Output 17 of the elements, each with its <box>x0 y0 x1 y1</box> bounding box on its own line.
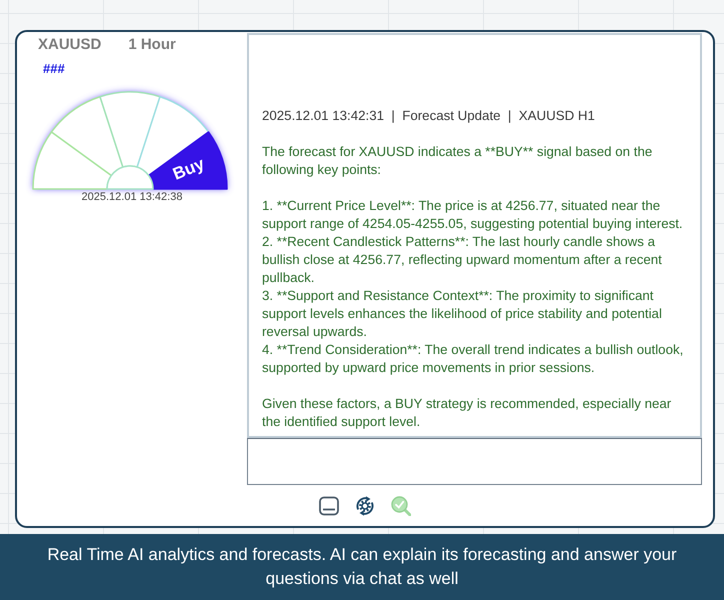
message-paragraph: Given these factors, a BUY strategy is recommended, especially near the identified support level. <box>262 395 672 431</box>
panel-icon[interactable] <box>319 496 339 516</box>
signal-label: Buy <box>170 154 208 184</box>
message-point: 1. **Current Price Level**: The price is at 4256.77, situated near the support range of 4254.05-4255.05, suggesting potential buying interest. <box>262 197 684 233</box>
caption-text: Real Time AI analytics and forecasts. AI can explain its forecasting and answer your questions via chat as well <box>47 545 677 588</box>
gauge-hub <box>106 165 154 190</box>
timeframe-title: 1 Hour <box>128 35 176 55</box>
message-point: 4. **Trend Consideration**: The overall trend indicates a bullish outlook, supported by upward price movements in prior sessions. <box>262 341 684 377</box>
message-point: 3. **Support and Resistance Context**: The proximity to significant support levels enhances the likelihood of price stability and potential reversal upwards. <box>262 287 663 341</box>
message-paragraph: The forecast for XAUUSD indicates a **BUY** signal based on the following key points: <box>262 143 654 179</box>
gauge-timestamp: 2025.12.01 13:42:38 <box>82 190 182 204</box>
indicator-text: ### <box>43 61 65 77</box>
symbol-title: XAUUSD <box>38 35 102 55</box>
message-point: 2. **Recent Candlestick Patterns**: The last hourly candle shows a bullish close at 4256.77, reflecting upward momentum after a recent pullback. <box>262 233 663 287</box>
gear-arrows-icon[interactable] <box>355 496 375 516</box>
chat-input-field[interactable] <box>247 438 702 485</box>
message-header: 2025.12.01 13:42:31 | Forecast Update | XAUUSD H1 <box>262 107 596 125</box>
